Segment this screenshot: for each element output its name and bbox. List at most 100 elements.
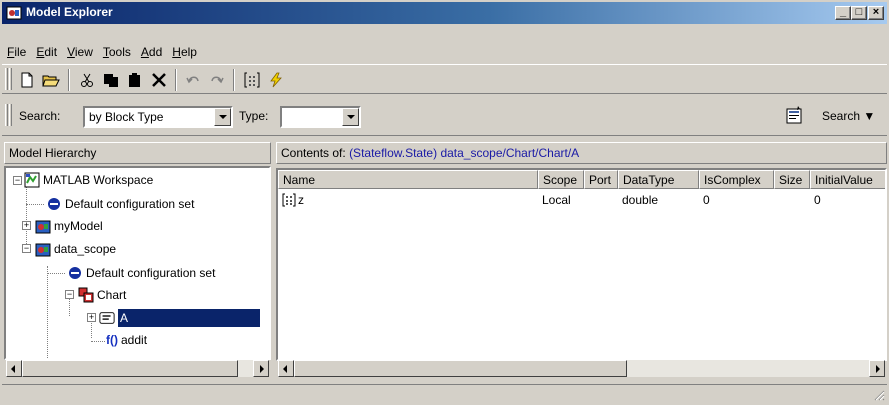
tree-item-label: addit	[121, 333, 148, 347]
model-explorer-window: Model Explorer _ □ × File Edit View Tool…	[0, 0, 889, 405]
tree-item-matlab-workspace[interactable]: MATLAB Workspace	[24, 170, 153, 190]
close-button[interactable]: ×	[868, 6, 884, 20]
scroll-left-icon[interactable]	[6, 360, 22, 377]
column-header-name[interactable]: Name	[278, 170, 538, 189]
toolbar-grip[interactable]	[5, 68, 8, 90]
column-header-iscomplex[interactable]: IsComplex	[699, 170, 774, 189]
data-icon	[282, 193, 296, 207]
tree-item-label: A	[118, 309, 260, 327]
toolbar-separator-3	[233, 69, 235, 91]
config-icon	[46, 196, 62, 212]
maximize-button[interactable]: □	[851, 6, 867, 20]
tree-item-data-scope[interactable]: data_scope	[35, 239, 116, 259]
tree-item-mymodel[interactable]: myModel	[35, 216, 103, 236]
search-by-select[interactable]: by Block Type	[83, 106, 233, 128]
model-explorer-icon	[6, 5, 22, 21]
model-hierarchy-header: Model Hierarchy	[4, 142, 271, 164]
toolbar-separator-2	[175, 69, 177, 91]
cell-iscomplex: 0	[703, 193, 710, 207]
scroll-right-icon[interactable]	[869, 360, 885, 377]
collapse-toggle[interactable]: −	[22, 244, 31, 253]
search-options-icon[interactable]	[784, 105, 804, 125]
tree-item-label: Default configuration set	[86, 266, 216, 280]
menu-edit[interactable]: Edit	[31, 42, 62, 62]
chevron-down-icon[interactable]	[342, 108, 359, 126]
model-hierarchy-tree[interactable]: − + − − + MATLAB Workspace Default confi…	[4, 166, 271, 360]
contents-list[interactable]: Name Scope Port DataType IsComplex Size …	[276, 168, 887, 361]
tree-item-chart[interactable]: Chart	[78, 285, 126, 305]
expand-toggle[interactable]: +	[87, 313, 96, 322]
tree-item-addit[interactable]: f() addit	[106, 330, 147, 350]
workspace-icon	[24, 172, 40, 188]
searchbar-grip-2	[9, 104, 12, 126]
cell-name: z	[278, 191, 538, 209]
event-icon[interactable]	[265, 69, 287, 91]
tree-item-config-set[interactable]: Default configuration set	[46, 194, 194, 214]
tree-line	[47, 266, 48, 358]
column-header-scope[interactable]: Scope	[538, 170, 584, 189]
menu-add[interactable]: Add	[136, 42, 167, 62]
scroll-right-icon[interactable]	[253, 360, 269, 377]
status-bar	[2, 384, 887, 403]
contents-horizontal-scrollbar[interactable]	[278, 360, 885, 377]
column-header-datatype[interactable]: DataType	[618, 170, 699, 189]
collapse-toggle[interactable]: −	[65, 290, 74, 299]
expand-toggle[interactable]: +	[22, 221, 31, 230]
searchbar-grip[interactable]	[5, 104, 8, 126]
type-select[interactable]	[280, 106, 361, 128]
toolbar-grip-2	[9, 68, 12, 90]
scrollbar-thumb[interactable]	[294, 360, 627, 377]
config-icon	[67, 265, 83, 281]
resize-grip-icon[interactable]	[873, 389, 885, 401]
tree-line	[91, 341, 105, 342]
copy-icon[interactable]	[100, 69, 122, 91]
tree-line	[26, 204, 44, 205]
menu-tools[interactable]: Tools	[98, 42, 136, 62]
tree-item-config-set-2[interactable]: Default configuration set	[67, 263, 215, 283]
model-hierarchy-pane: Model Hierarchy − + − − + MATLAB Workspa…	[4, 142, 271, 380]
column-header-port[interactable]: Port	[584, 170, 618, 189]
contents-path-link[interactable]: (Stateflow.State) data_scope/Chart/Chart…	[349, 146, 579, 160]
data-icon[interactable]	[241, 69, 263, 91]
paste-icon[interactable]	[124, 69, 146, 91]
title-bar[interactable]: Model Explorer _ □ ×	[2, 2, 887, 24]
delete-icon[interactable]	[148, 69, 170, 91]
cell-initialvalue: 0	[814, 193, 821, 207]
cell-port	[584, 191, 588, 209]
scroll-left-icon[interactable]	[278, 360, 294, 377]
collapse-toggle[interactable]: −	[13, 176, 22, 185]
tree-item-label: MATLAB Workspace	[43, 173, 154, 187]
tree-line	[26, 182, 27, 252]
model-icon	[35, 241, 51, 257]
toolbar	[2, 64, 887, 94]
cell-datatype: double	[622, 193, 659, 207]
scrollbar-thumb[interactable]	[22, 360, 238, 377]
cut-icon[interactable]	[76, 69, 98, 91]
type-label: Type:	[239, 109, 269, 123]
tree-item-state-a[interactable]: A	[99, 308, 260, 328]
contents-pane: Contents of: (Stateflow.State) data_scop…	[276, 142, 887, 380]
tree-item-label: myModel	[54, 219, 103, 233]
toolbar-separator	[68, 69, 70, 91]
column-header-initialvalue[interactable]: InitialValue	[810, 170, 885, 189]
tree-horizontal-scrollbar[interactable]	[6, 360, 269, 377]
tree-item-label: Chart	[97, 288, 127, 302]
cell-size	[774, 191, 778, 209]
menu-help[interactable]: Help	[167, 42, 202, 62]
search-button[interactable]: Search ▼	[822, 109, 875, 123]
tree-line	[47, 273, 65, 274]
window-title: Model Explorer	[26, 5, 113, 19]
minimize-button[interactable]: _	[835, 6, 851, 20]
tree-item-label: Default configuration set	[65, 197, 195, 211]
menu-view[interactable]: View	[62, 42, 98, 62]
column-header-size[interactable]: Size	[774, 170, 810, 189]
menu-file[interactable]: File	[2, 42, 31, 62]
chevron-down-icon[interactable]	[214, 108, 231, 126]
undo-icon[interactable]	[182, 69, 204, 91]
redo-icon[interactable]	[206, 69, 228, 91]
function-icon: f()	[106, 333, 118, 347]
menu-bar: File Edit View Tools Add Help	[2, 42, 202, 62]
new-icon[interactable]	[16, 69, 38, 91]
open-icon[interactable]	[40, 69, 62, 91]
search-label: Search:	[19, 109, 61, 123]
